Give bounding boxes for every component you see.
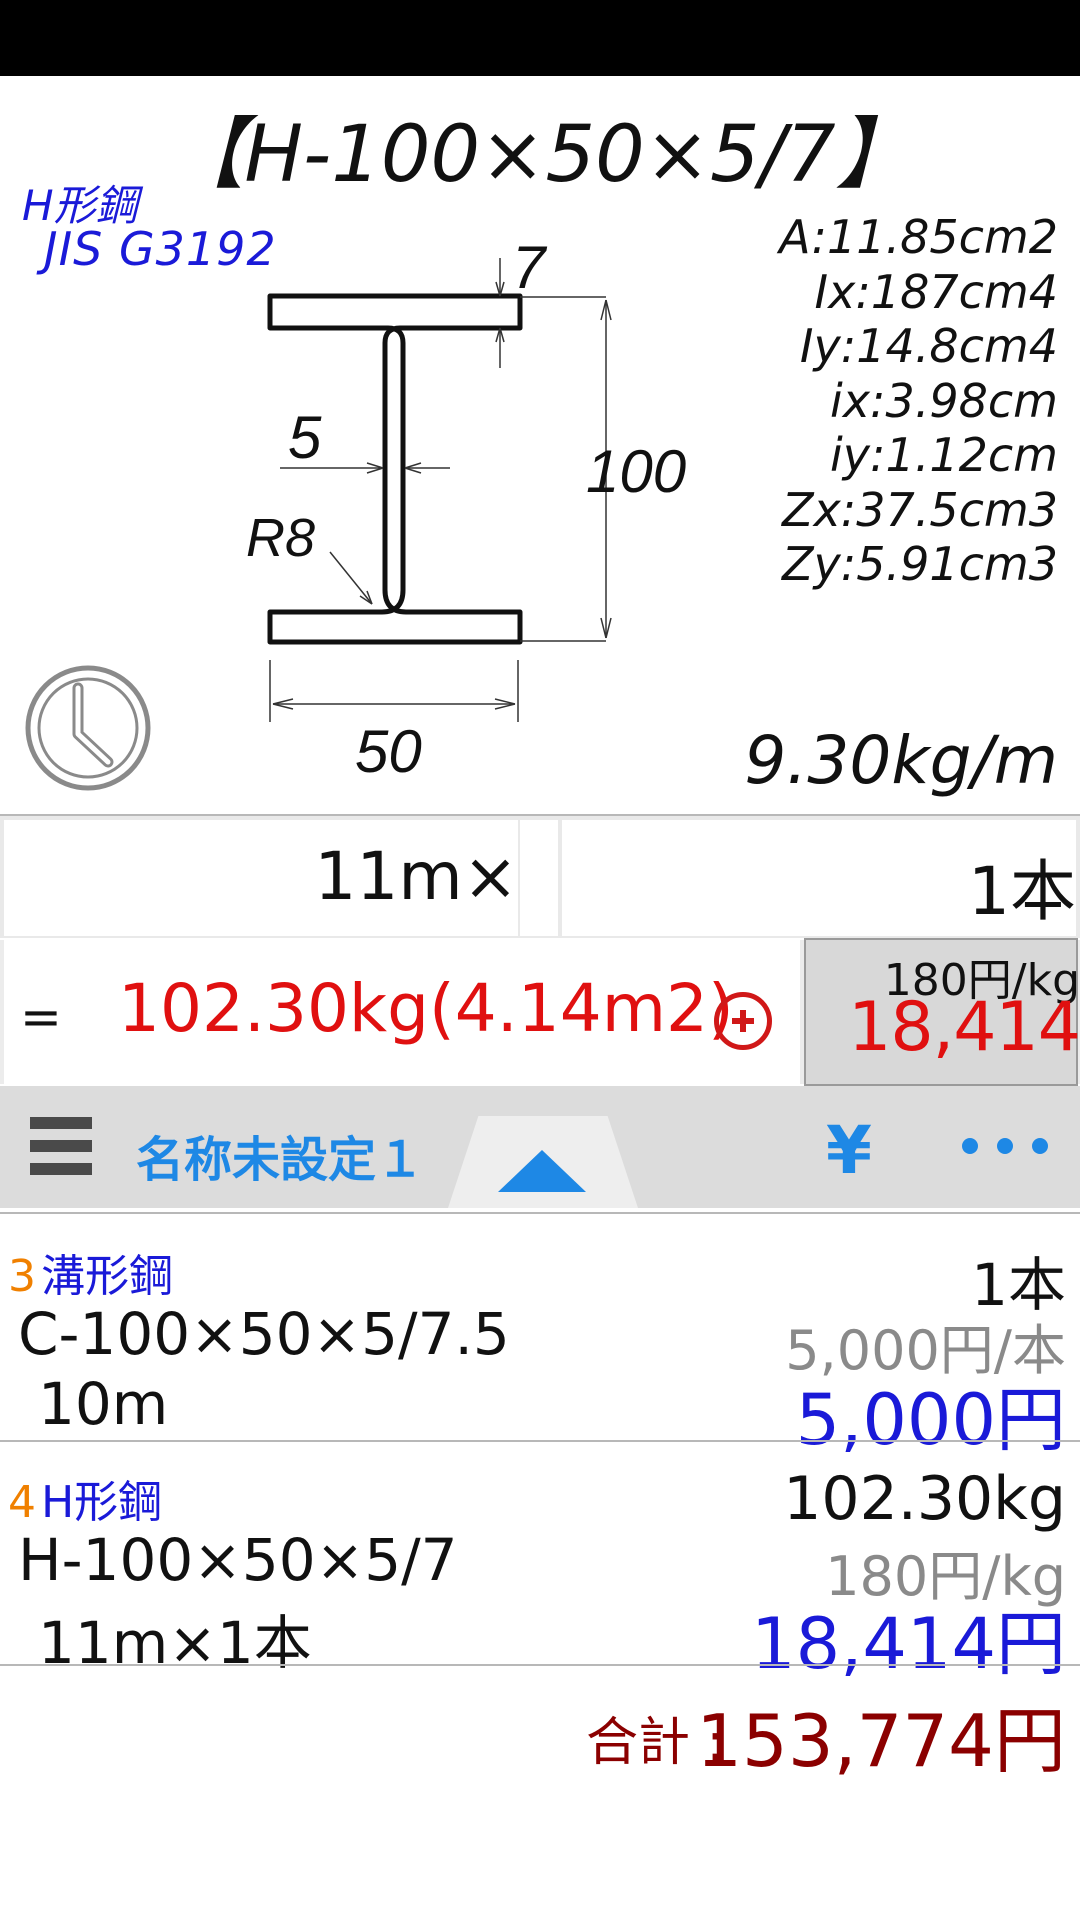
- add-item-icon[interactable]: [714, 992, 772, 1050]
- item-number: 3: [8, 1251, 36, 1302]
- dim-width-label: 50: [355, 718, 422, 785]
- dim-flange-thickness-label: 7: [512, 234, 548, 301]
- chevron-up-icon[interactable]: [498, 1150, 586, 1192]
- item-spec: H-100×50×5/7: [18, 1526, 458, 1594]
- count-value: 1本: [968, 853, 1076, 930]
- length-value: 11m×: [314, 838, 518, 915]
- item-category: 溝形鋼: [41, 1251, 174, 1302]
- prop-zy-modulus: Zy:5.91cm3: [781, 537, 1058, 591]
- section-title: 【H-100×50×5/7】: [166, 110, 914, 200]
- result-weight: 102.30kg(4.14m2): [118, 970, 734, 1047]
- item-amount: 102.30kg: [783, 1464, 1066, 1534]
- h-beam-drawing: 100 50 7 5 R8: [246, 234, 686, 785]
- document-name[interactable]: 名称未設定１: [136, 1120, 424, 1190]
- history-clock-icon[interactable]: [24, 664, 152, 792]
- section-properties: A:11.85cm2 Ix:187cm4 Iy:14.8cm4 ix:3.98c…: [779, 210, 1058, 592]
- dim-height-label: 100: [586, 438, 686, 505]
- prop-iy-radius: iy:1.12cm: [829, 428, 1058, 482]
- prop-zx-modulus: Zx:37.5cm3: [781, 482, 1058, 537]
- prop-ix-radius: ix:3.98cm: [829, 373, 1058, 428]
- prop-iy-moment: Iy:14.8cm4: [799, 319, 1058, 373]
- times-cell: [520, 820, 558, 936]
- equals-sign: =: [20, 988, 62, 1046]
- item-spec: C-100×50×5/7.5: [18, 1300, 510, 1368]
- prop-area: A:11.85cm2: [779, 210, 1058, 264]
- more-icon[interactable]: [962, 1138, 1048, 1154]
- list-item[interactable]: 3 溝形鋼 C-100×50×5/7.5 10m 1本 5,000円/本 5,0…: [0, 1214, 1080, 1461]
- yen-icon[interactable]: ¥: [826, 1112, 872, 1189]
- list-item[interactable]: 4 H形鋼 H-100×50×5/7 11m×1本 102.30kg 180円/…: [0, 1442, 1080, 1685]
- item-number: 4: [8, 1477, 36, 1528]
- item-label: 3 溝形鋼: [8, 1240, 173, 1304]
- item-quantity: 10m: [38, 1370, 169, 1438]
- item-quantity: 11m×1本: [38, 1609, 312, 1677]
- item-label: 4 H形鋼: [8, 1466, 162, 1530]
- prop-ix-moment: Ix:187cm4: [814, 264, 1058, 319]
- status-bar: [0, 0, 1080, 76]
- item-price: 18,414円: [751, 1603, 1066, 1685]
- dim-fillet-radius-label: R8: [246, 508, 315, 568]
- dim-web-thickness-label: 5: [288, 404, 322, 471]
- unit-weight: 9.30kg/m: [744, 722, 1058, 799]
- hamburger-icon[interactable]: [30, 1117, 92, 1175]
- item-category: H形鋼: [41, 1477, 163, 1528]
- divider: [0, 1664, 1080, 1666]
- total-value: 153,774円: [696, 1699, 1066, 1783]
